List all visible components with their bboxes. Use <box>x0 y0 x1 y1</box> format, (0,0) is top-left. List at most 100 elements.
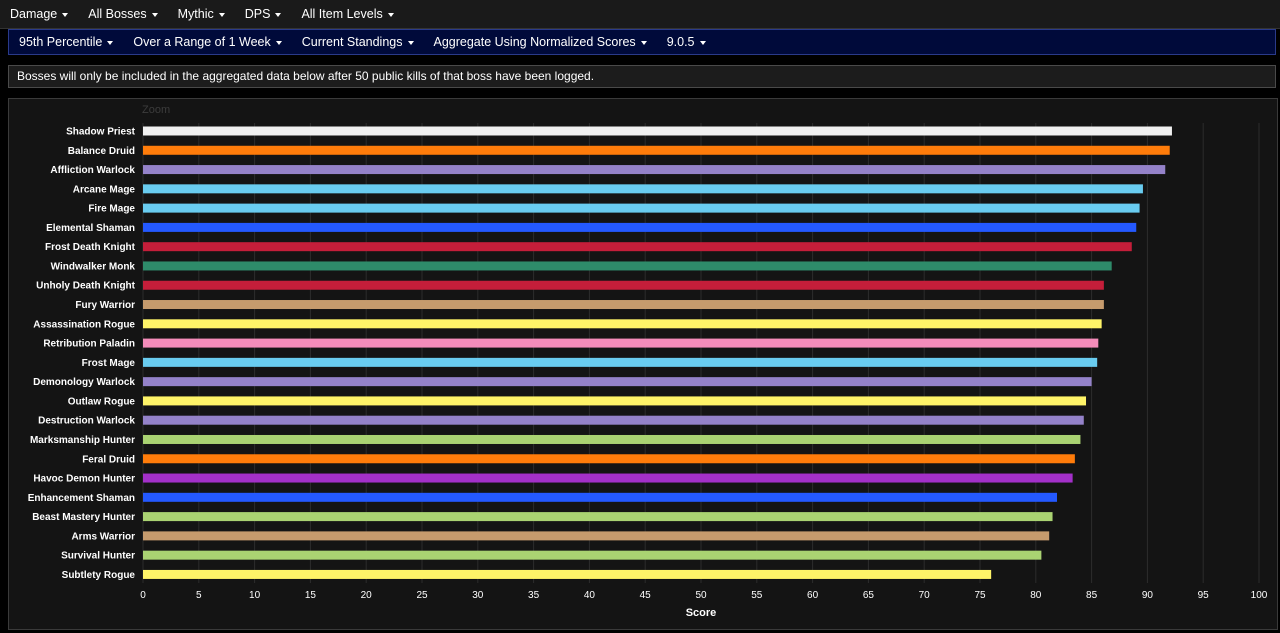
chart-bars <box>143 126 1172 579</box>
metric-dropdown[interactable]: Damage <box>0 7 78 21</box>
chart-tick-labels: 0 5 10 15 20 25 30 35 40 45 50 55 60 65 70 75 80 85 90 95 10… <box>140 590 1268 601</box>
x-tick-label: 5 <box>196 590 202 601</box>
standings-dropdown-label: Current Standings <box>301 35 403 49</box>
caret-down-icon <box>275 41 282 45</box>
caret-down-icon <box>407 41 414 45</box>
category-label: Fire Mage <box>88 204 135 215</box>
bar-arcane-mage[interactable] <box>143 184 1143 194</box>
bar-havoc-demon-hunter[interactable] <box>143 473 1073 483</box>
bar-beast-mastery-hunter[interactable] <box>143 512 1053 522</box>
range-dropdown[interactable]: Over a Range of 1 Week <box>123 35 291 49</box>
filter-menu-bar: 95th Percentile Over a Range of 1 Week C… <box>8 29 1276 55</box>
x-tick-label: 80 <box>1030 590 1042 601</box>
category-label: Shadow Priest <box>66 127 136 138</box>
bar-windwalker-monk[interactable] <box>143 261 1112 271</box>
bar-frost-death-knight[interactable] <box>143 242 1132 252</box>
category-label: Frost Mage <box>82 358 136 369</box>
category-label: Unholy Death Knight <box>36 281 136 292</box>
item-level-dropdown[interactable]: All Item Levels <box>291 7 403 21</box>
x-axis-title: Score <box>686 607 717 619</box>
category-label: Feral Druid <box>82 454 135 465</box>
x-tick-label: 10 <box>249 590 261 601</box>
bar-assassination-rogue[interactable] <box>143 319 1102 329</box>
aggregate-dropdown-label: Aggregate Using Normalized Scores <box>433 35 636 49</box>
x-tick-label: 60 <box>807 590 819 601</box>
aggregate-dropdown[interactable]: Aggregate Using Normalized Scores <box>424 35 657 49</box>
bar-balance-druid[interactable] <box>143 145 1170 155</box>
category-label: Outlaw Rogue <box>68 396 136 407</box>
bar-enhancement-shaman[interactable] <box>143 492 1058 502</box>
x-tick-label: 35 <box>528 590 540 601</box>
x-tick-label: 20 <box>361 590 373 601</box>
chart-category-labels: Shadow Priest Balance Druid Affliction War… <box>28 127 136 581</box>
x-tick-label: 85 <box>1086 590 1098 601</box>
difficulty-dropdown[interactable]: Mythic <box>168 7 235 21</box>
x-tick-label: 45 <box>640 590 652 601</box>
bar-demonology-warlock[interactable] <box>143 377 1092 387</box>
x-tick-label: 70 <box>919 590 931 601</box>
x-tick-label: 40 <box>584 590 596 601</box>
x-tick-label: 100 <box>1251 590 1268 601</box>
category-label: Assassination Rogue <box>33 319 135 330</box>
aggregation-notice: Bosses will only be included in the aggr… <box>8 65 1276 88</box>
bar-arms-warrior[interactable] <box>143 531 1050 541</box>
boss-dropdown-label: All Bosses <box>88 7 147 21</box>
percentile-dropdown-label: 95th Percentile <box>19 35 103 49</box>
bar-chart[interactable]: Zoom Shadow Priest Balance Druid Afflictio… <box>9 99 1277 629</box>
category-label: Frost Death Knight <box>45 242 136 253</box>
x-tick-label: 75 <box>974 590 986 601</box>
x-tick-label: 95 <box>1198 590 1210 601</box>
bar-outlaw-rogue[interactable] <box>143 396 1087 406</box>
bar-affliction-warlock[interactable] <box>143 165 1166 175</box>
patch-dropdown[interactable]: 9.0.5 <box>657 35 716 49</box>
x-tick-label: 90 <box>1142 590 1154 601</box>
bar-marksmanship-hunter[interactable] <box>143 434 1081 444</box>
range-dropdown-label: Over a Range of 1 Week <box>133 35 271 49</box>
category-label: Arms Warrior <box>71 531 135 542</box>
caret-down-icon <box>275 13 282 17</box>
chart-panel: Zoom Shadow Priest Balance Druid Afflictio… <box>8 98 1278 630</box>
item-level-dropdown-label: All Item Levels <box>301 7 383 21</box>
standings-dropdown[interactable]: Current Standings <box>292 35 424 49</box>
category-label: Beast Mastery Hunter <box>32 512 135 523</box>
bar-unholy-death-knight[interactable] <box>143 280 1104 290</box>
category-label: Subtlety Rogue <box>62 570 136 581</box>
caret-down-icon <box>387 13 394 17</box>
category-label: Survival Hunter <box>61 551 135 562</box>
bar-elemental-shaman[interactable] <box>143 222 1137 232</box>
difficulty-dropdown-label: Mythic <box>177 7 214 21</box>
bar-subtlety-rogue[interactable] <box>143 569 992 579</box>
caret-down-icon <box>62 13 69 17</box>
bar-destruction-warlock[interactable] <box>143 415 1084 425</box>
x-tick-label: 0 <box>140 590 146 601</box>
category-label: Fury Warrior <box>75 300 135 311</box>
category-label: Affliction Warlock <box>50 165 135 176</box>
bar-fury-warrior[interactable] <box>143 300 1104 310</box>
caret-down-icon <box>107 41 114 45</box>
caret-down-icon <box>640 41 647 45</box>
category-label: Elemental Shaman <box>46 223 135 234</box>
percentile-dropdown[interactable]: 95th Percentile <box>9 35 123 49</box>
category-label: Marksmanship Hunter <box>30 435 135 446</box>
category-label: Destruction Warlock <box>38 416 135 427</box>
caret-down-icon <box>151 13 158 17</box>
role-dropdown-label: DPS <box>244 7 271 21</box>
caret-down-icon <box>699 41 706 45</box>
bar-retribution-paladin[interactable] <box>143 338 1099 348</box>
bar-frost-mage[interactable] <box>143 357 1098 367</box>
category-label: Havoc Demon Hunter <box>33 474 135 485</box>
category-label: Enhancement Shaman <box>28 493 135 504</box>
caret-down-icon <box>218 13 225 17</box>
bar-fire-mage[interactable] <box>143 203 1140 213</box>
x-tick-label: 25 <box>416 590 428 601</box>
bar-feral-druid[interactable] <box>143 454 1075 464</box>
x-tick-label: 55 <box>751 590 763 601</box>
bar-shadow-priest[interactable] <box>143 126 1172 136</box>
category-label: Balance Druid <box>68 146 135 157</box>
bar-survival-hunter[interactable] <box>143 550 1042 560</box>
boss-dropdown[interactable]: All Bosses <box>78 7 167 21</box>
category-label: Arcane Mage <box>73 184 136 195</box>
metric-dropdown-label: Damage <box>10 7 58 21</box>
role-dropdown[interactable]: DPS <box>235 7 292 21</box>
category-label: Demonology Warlock <box>33 377 135 388</box>
